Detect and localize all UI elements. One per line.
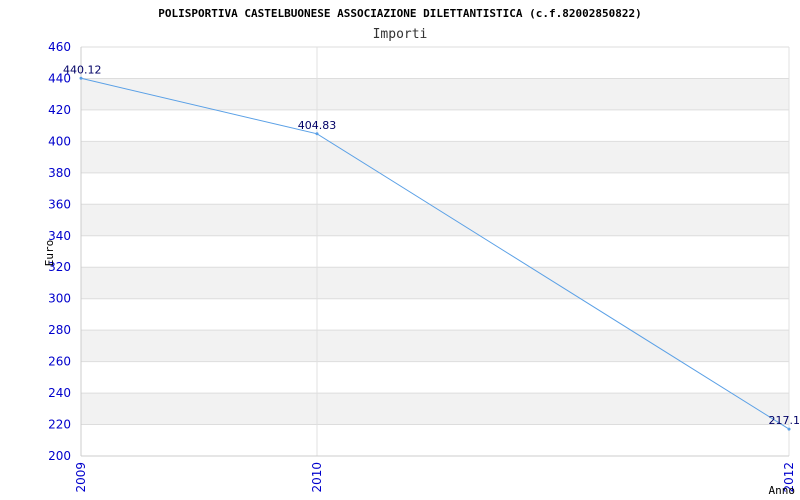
y-tick-label: 460 — [48, 40, 71, 54]
grid-band — [81, 235, 789, 268]
y-tick-label: 380 — [48, 166, 71, 180]
grid-band — [81, 424, 789, 456]
x-tick-label: 2009 — [74, 462, 88, 493]
data-point — [79, 76, 83, 80]
grid-band — [81, 47, 789, 79]
data-point — [315, 132, 319, 136]
grid-band — [81, 393, 789, 425]
y-tick-label: 400 — [48, 134, 71, 148]
grid-band — [81, 204, 789, 236]
grid-band — [81, 330, 789, 362]
y-tick-label: 240 — [48, 386, 71, 400]
grid-band — [81, 361, 789, 394]
x-axis-title: Anno — [769, 484, 796, 497]
x-tick-label: 2010 — [310, 462, 324, 493]
y-tick-label: 300 — [48, 292, 71, 306]
y-tick-label: 260 — [48, 355, 71, 369]
chart-subtitle: Importi — [373, 27, 428, 42]
chart-title: POLISPORTIVA CASTELBUONESE ASSOCIAZIONE … — [158, 7, 641, 20]
y-tick-label: 420 — [48, 103, 71, 117]
grid-band — [81, 141, 789, 173]
y-tick-label: 280 — [48, 323, 71, 337]
grid-band — [81, 298, 789, 331]
data-label: 217.1 — [769, 414, 800, 427]
y-tick-label: 220 — [48, 418, 71, 432]
grid-band — [81, 109, 789, 142]
grid-band — [81, 172, 789, 205]
y-tick-label: 200 — [48, 449, 71, 463]
data-label: 404.83 — [298, 119, 337, 132]
y-axis-title: Euro — [43, 240, 56, 267]
grid-band — [81, 78, 789, 110]
grid-band — [81, 267, 789, 299]
background-bands — [81, 47, 789, 456]
x-tick-labels: 2009 2010 2012 — [74, 462, 796, 493]
line-chart: POLISPORTIVA CASTELBUONESE ASSOCIAZIONE … — [43, 7, 800, 497]
data-label: 440.12 — [63, 63, 102, 76]
data-point — [787, 427, 791, 431]
y-tick-label: 360 — [48, 197, 71, 211]
